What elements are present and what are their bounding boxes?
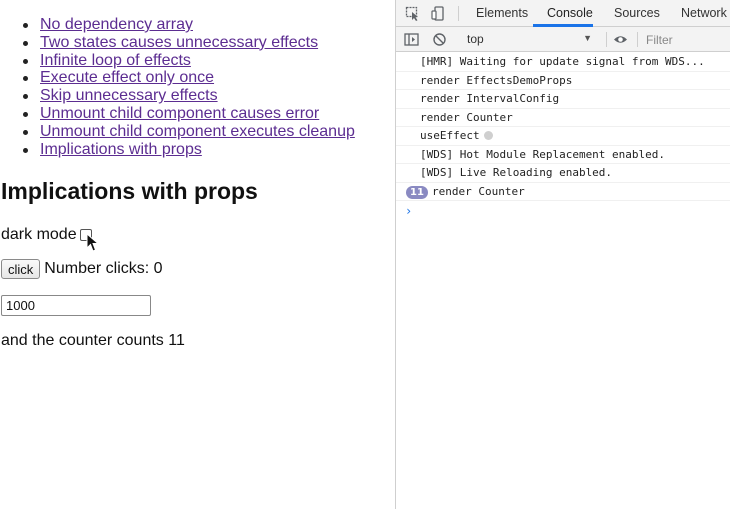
console-message-text: render IntervalConfig bbox=[420, 92, 560, 105]
console-message-text: render Counter bbox=[420, 110, 513, 124]
clicks-counter-text: Number clicks: 0 bbox=[44, 260, 163, 277]
nav-item: No dependency array bbox=[23, 16, 355, 34]
console-message: [WDS] Live Reloading enabled. bbox=[396, 164, 730, 183]
console-message-repeated: 11 render Counter bbox=[396, 183, 730, 201]
inspect-element-icon[interactable] bbox=[405, 6, 421, 21]
toolbar-separator bbox=[606, 32, 607, 47]
page-heading: Implications with props bbox=[1, 178, 258, 204]
nav-link-no-dependency-array[interactable]: No dependency array bbox=[40, 16, 193, 33]
nav-item: Execute effect only once bbox=[23, 69, 355, 87]
devtools-tab-bar: Elements Console Sources Network bbox=[396, 0, 730, 27]
tab-console[interactable]: Console bbox=[547, 0, 593, 27]
clear-console-icon[interactable] bbox=[432, 32, 447, 47]
tab-separator bbox=[458, 6, 459, 21]
nav-link-unmount-error[interactable]: Unmount child component causes error bbox=[40, 105, 319, 122]
dark-mode-row: dark mode bbox=[1, 226, 92, 244]
nav-item: Unmount child component causes error bbox=[23, 105, 355, 123]
context-value: top bbox=[467, 32, 484, 46]
repeat-count-badge: 11 bbox=[406, 185, 428, 199]
click-row: click Number clicks: 0 bbox=[1, 259, 163, 279]
console-filter-input[interactable] bbox=[646, 31, 728, 48]
console-message: render EffectsDemoProps bbox=[396, 72, 730, 90]
console-prompt[interactable]: › bbox=[396, 202, 730, 222]
context-selector[interactable]: top ▼ bbox=[464, 31, 596, 48]
nav-link-two-states[interactable]: Two states causes unnecessary effects bbox=[40, 34, 318, 51]
console-message: render Counter bbox=[396, 109, 730, 127]
console-message-text: render EffectsDemoProps bbox=[420, 73, 573, 87]
sidebar-toggle-icon[interactable] bbox=[404, 32, 419, 47]
demo-nav-list: No dependency array Two states causes un… bbox=[23, 16, 355, 159]
tab-network[interactable]: Network bbox=[681, 0, 727, 27]
console-message: [HMR] Waiting for update signal from WDS… bbox=[396, 53, 730, 72]
console-message: useEffect bbox=[396, 127, 730, 146]
interval-input[interactable] bbox=[1, 295, 151, 316]
console-message-wrap: useEffect bbox=[420, 127, 493, 145]
console-message: [WDS] Hot Module Replacement enabled. bbox=[396, 146, 730, 164]
nav-item: Infinite loop of effects bbox=[23, 52, 355, 70]
console-message-text: useEffect bbox=[420, 129, 480, 142]
tab-elements[interactable]: Elements bbox=[476, 0, 528, 27]
nav-link-unmount-cleanup[interactable]: Unmount child component executes cleanup bbox=[40, 123, 355, 140]
console-message: render IntervalConfig bbox=[396, 90, 730, 109]
nav-link-execute-once[interactable]: Execute effect only once bbox=[40, 69, 214, 86]
dark-mode-label: dark mode bbox=[1, 226, 77, 243]
console-log: [HMR] Waiting for update signal from WDS… bbox=[396, 53, 730, 201]
tab-sources[interactable]: Sources bbox=[614, 0, 660, 27]
console-toolbar: top ▼ bbox=[396, 27, 730, 52]
click-button[interactable]: click bbox=[1, 259, 41, 279]
nav-item: Implications with props bbox=[23, 141, 355, 159]
demo-page: No dependency array Two states causes un… bbox=[0, 0, 395, 509]
emoji-face-icon bbox=[483, 131, 493, 140]
nav-link-infinite-loop[interactable]: Infinite loop of effects bbox=[40, 52, 191, 69]
console-message-text: [WDS] Live Reloading enabled. bbox=[420, 166, 613, 179]
toolbar-separator bbox=[637, 32, 638, 47]
nav-item: Two states causes unnecessary effects bbox=[23, 34, 355, 52]
console-message-text: [WDS] Hot Module Replacement enabled. bbox=[420, 147, 666, 161]
mouse-cursor-icon bbox=[86, 233, 100, 252]
devtools-panel: Elements Console Sources Network top ▼ [… bbox=[395, 0, 730, 509]
counter-text: and the counter counts 11 bbox=[1, 332, 185, 349]
console-message-text: [HMR] Waiting for update signal from WDS… bbox=[420, 55, 705, 68]
nav-link-implications-props[interactable]: Implications with props bbox=[40, 141, 202, 158]
device-toolbar-icon[interactable] bbox=[431, 6, 447, 21]
nav-item: Unmount child component executes cleanup bbox=[23, 123, 355, 141]
live-expression-eye-icon[interactable] bbox=[613, 32, 628, 47]
nav-item: Skip unnecessary effects bbox=[23, 87, 355, 105]
nav-link-skip-unnecessary[interactable]: Skip unnecessary effects bbox=[40, 87, 218, 104]
prompt-caret-icon: › bbox=[405, 204, 413, 218]
console-message-text: render Counter bbox=[432, 184, 525, 198]
dropdown-arrow-icon: ▼ bbox=[583, 33, 592, 43]
